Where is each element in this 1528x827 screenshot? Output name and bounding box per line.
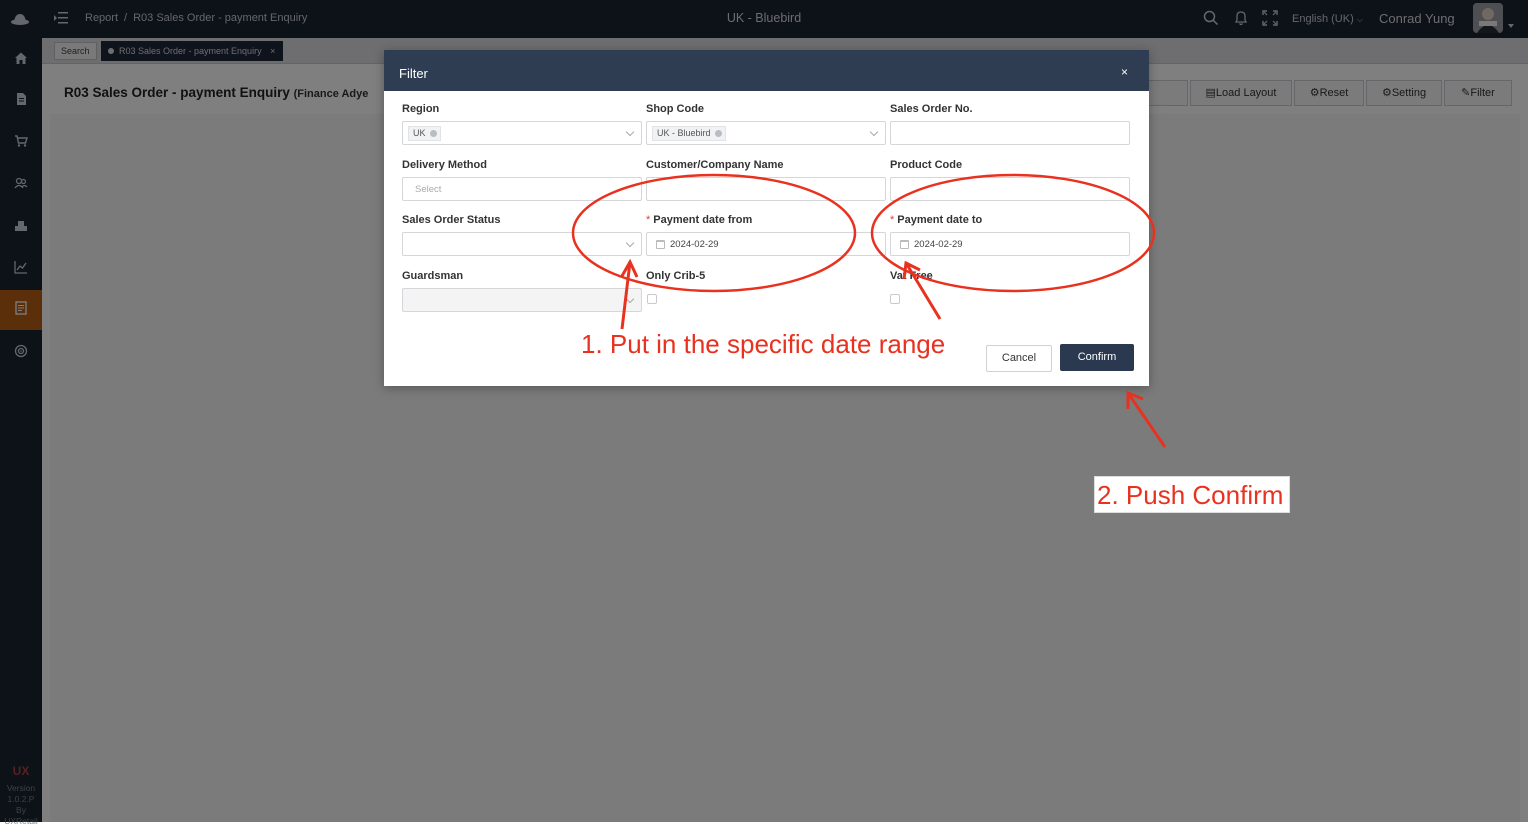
vat-free-checkbox[interactable]: [890, 294, 900, 304]
remove-chip-icon[interactable]: [714, 130, 722, 137]
remove-chip-icon[interactable]: [429, 130, 437, 137]
sales-order-no-label: Sales Order No.: [890, 103, 973, 115]
calendar-icon: [900, 240, 909, 249]
modal-header: Filter ×: [384, 50, 1149, 91]
sales-order-no-input[interactable]: [890, 121, 1130, 145]
chevron-down-icon: [869, 127, 879, 137]
only-crib5-checkbox[interactable]: [647, 294, 657, 304]
delivery-method-label: Delivery Method: [402, 159, 487, 171]
shop-code-chip-label: UK - Bluebird: [657, 128, 711, 138]
payment-date-from-input[interactable]: 2024-02-29: [646, 232, 886, 256]
required-mark: *: [890, 214, 895, 226]
payment-date-to-label: * Payment date to: [890, 214, 982, 226]
region-chip-label: UK: [413, 128, 426, 138]
region-label: Region: [402, 103, 440, 115]
only-crib5-label: Only Crib-5: [646, 270, 706, 282]
sales-order-status-label: Sales Order Status: [402, 214, 501, 226]
guardsman-label: Guardsman: [402, 270, 464, 282]
customer-company-input[interactable]: [646, 177, 886, 201]
shop-code-select[interactable]: UK - Bluebird: [646, 121, 886, 145]
payment-date-to-value: 2024-02-29: [914, 239, 963, 250]
payment-date-to-label-text: Payment date to: [897, 214, 983, 226]
annotation-step2: 2. Push Confirm: [1097, 480, 1284, 510]
payment-date-from-value: 2024-02-29: [670, 239, 719, 250]
cancel-button[interactable]: Cancel: [986, 345, 1052, 372]
annotation-step1: 1. Put in the specific date range: [581, 329, 946, 359]
confirm-button[interactable]: Confirm: [1060, 344, 1134, 371]
required-mark: *: [646, 214, 651, 226]
payment-date-to-input[interactable]: 2024-02-29: [890, 232, 1130, 256]
chevron-down-icon: [625, 127, 635, 137]
shop-code-chip: UK - Bluebird: [652, 126, 726, 141]
product-code-input[interactable]: [890, 177, 1130, 201]
product-code-label: Product Code: [890, 159, 963, 171]
chevron-down-icon: [625, 238, 635, 248]
customer-company-label: Customer/Company Name: [646, 159, 784, 171]
sales-order-status-select[interactable]: [402, 232, 642, 256]
calendar-icon: [656, 240, 665, 249]
delivery-method-select[interactable]: Select: [402, 177, 642, 201]
modal-title: Filter: [399, 66, 428, 81]
chevron-down-icon: [625, 294, 635, 304]
payment-date-from-label-text: Payment date from: [653, 214, 753, 226]
vat-free-label: Vat Free: [890, 270, 933, 282]
region-select[interactable]: UK: [402, 121, 642, 145]
close-icon[interactable]: ×: [1121, 65, 1128, 79]
shop-code-label: Shop Code: [646, 103, 705, 115]
region-chip: UK: [408, 126, 441, 141]
guardsman-select[interactable]: [402, 288, 642, 312]
delivery-method-placeholder: Select: [415, 184, 442, 195]
payment-date-from-label: * Payment date from: [646, 214, 752, 226]
